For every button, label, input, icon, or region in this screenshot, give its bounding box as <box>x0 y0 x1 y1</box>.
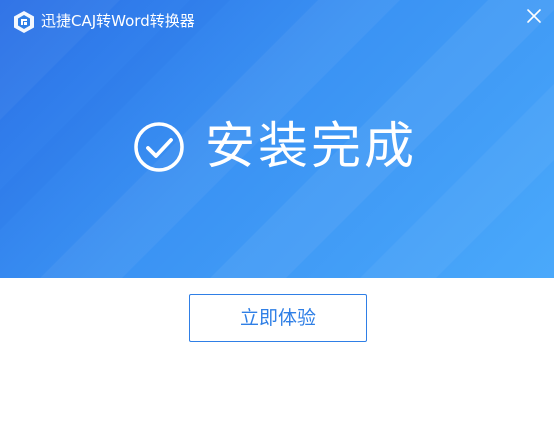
app-logo-icon <box>14 11 34 33</box>
close-icon[interactable] <box>524 6 544 26</box>
install-complete-text: 安装完成 <box>205 117 417 175</box>
check-circle-icon <box>134 122 184 172</box>
install-status: 安装完成 <box>0 112 554 180</box>
title-bar: 迅捷CAJ转Word转换器 <box>0 0 554 42</box>
header-banner: 迅捷CAJ转Word转换器 安装完成 <box>0 0 554 278</box>
window-title: 迅捷CAJ转Word转换器 <box>41 12 195 30</box>
try-now-button[interactable]: 立即体验 <box>189 294 367 342</box>
installer-window: 迅捷CAJ转Word转换器 安装完成 立即体验 <box>0 0 554 425</box>
